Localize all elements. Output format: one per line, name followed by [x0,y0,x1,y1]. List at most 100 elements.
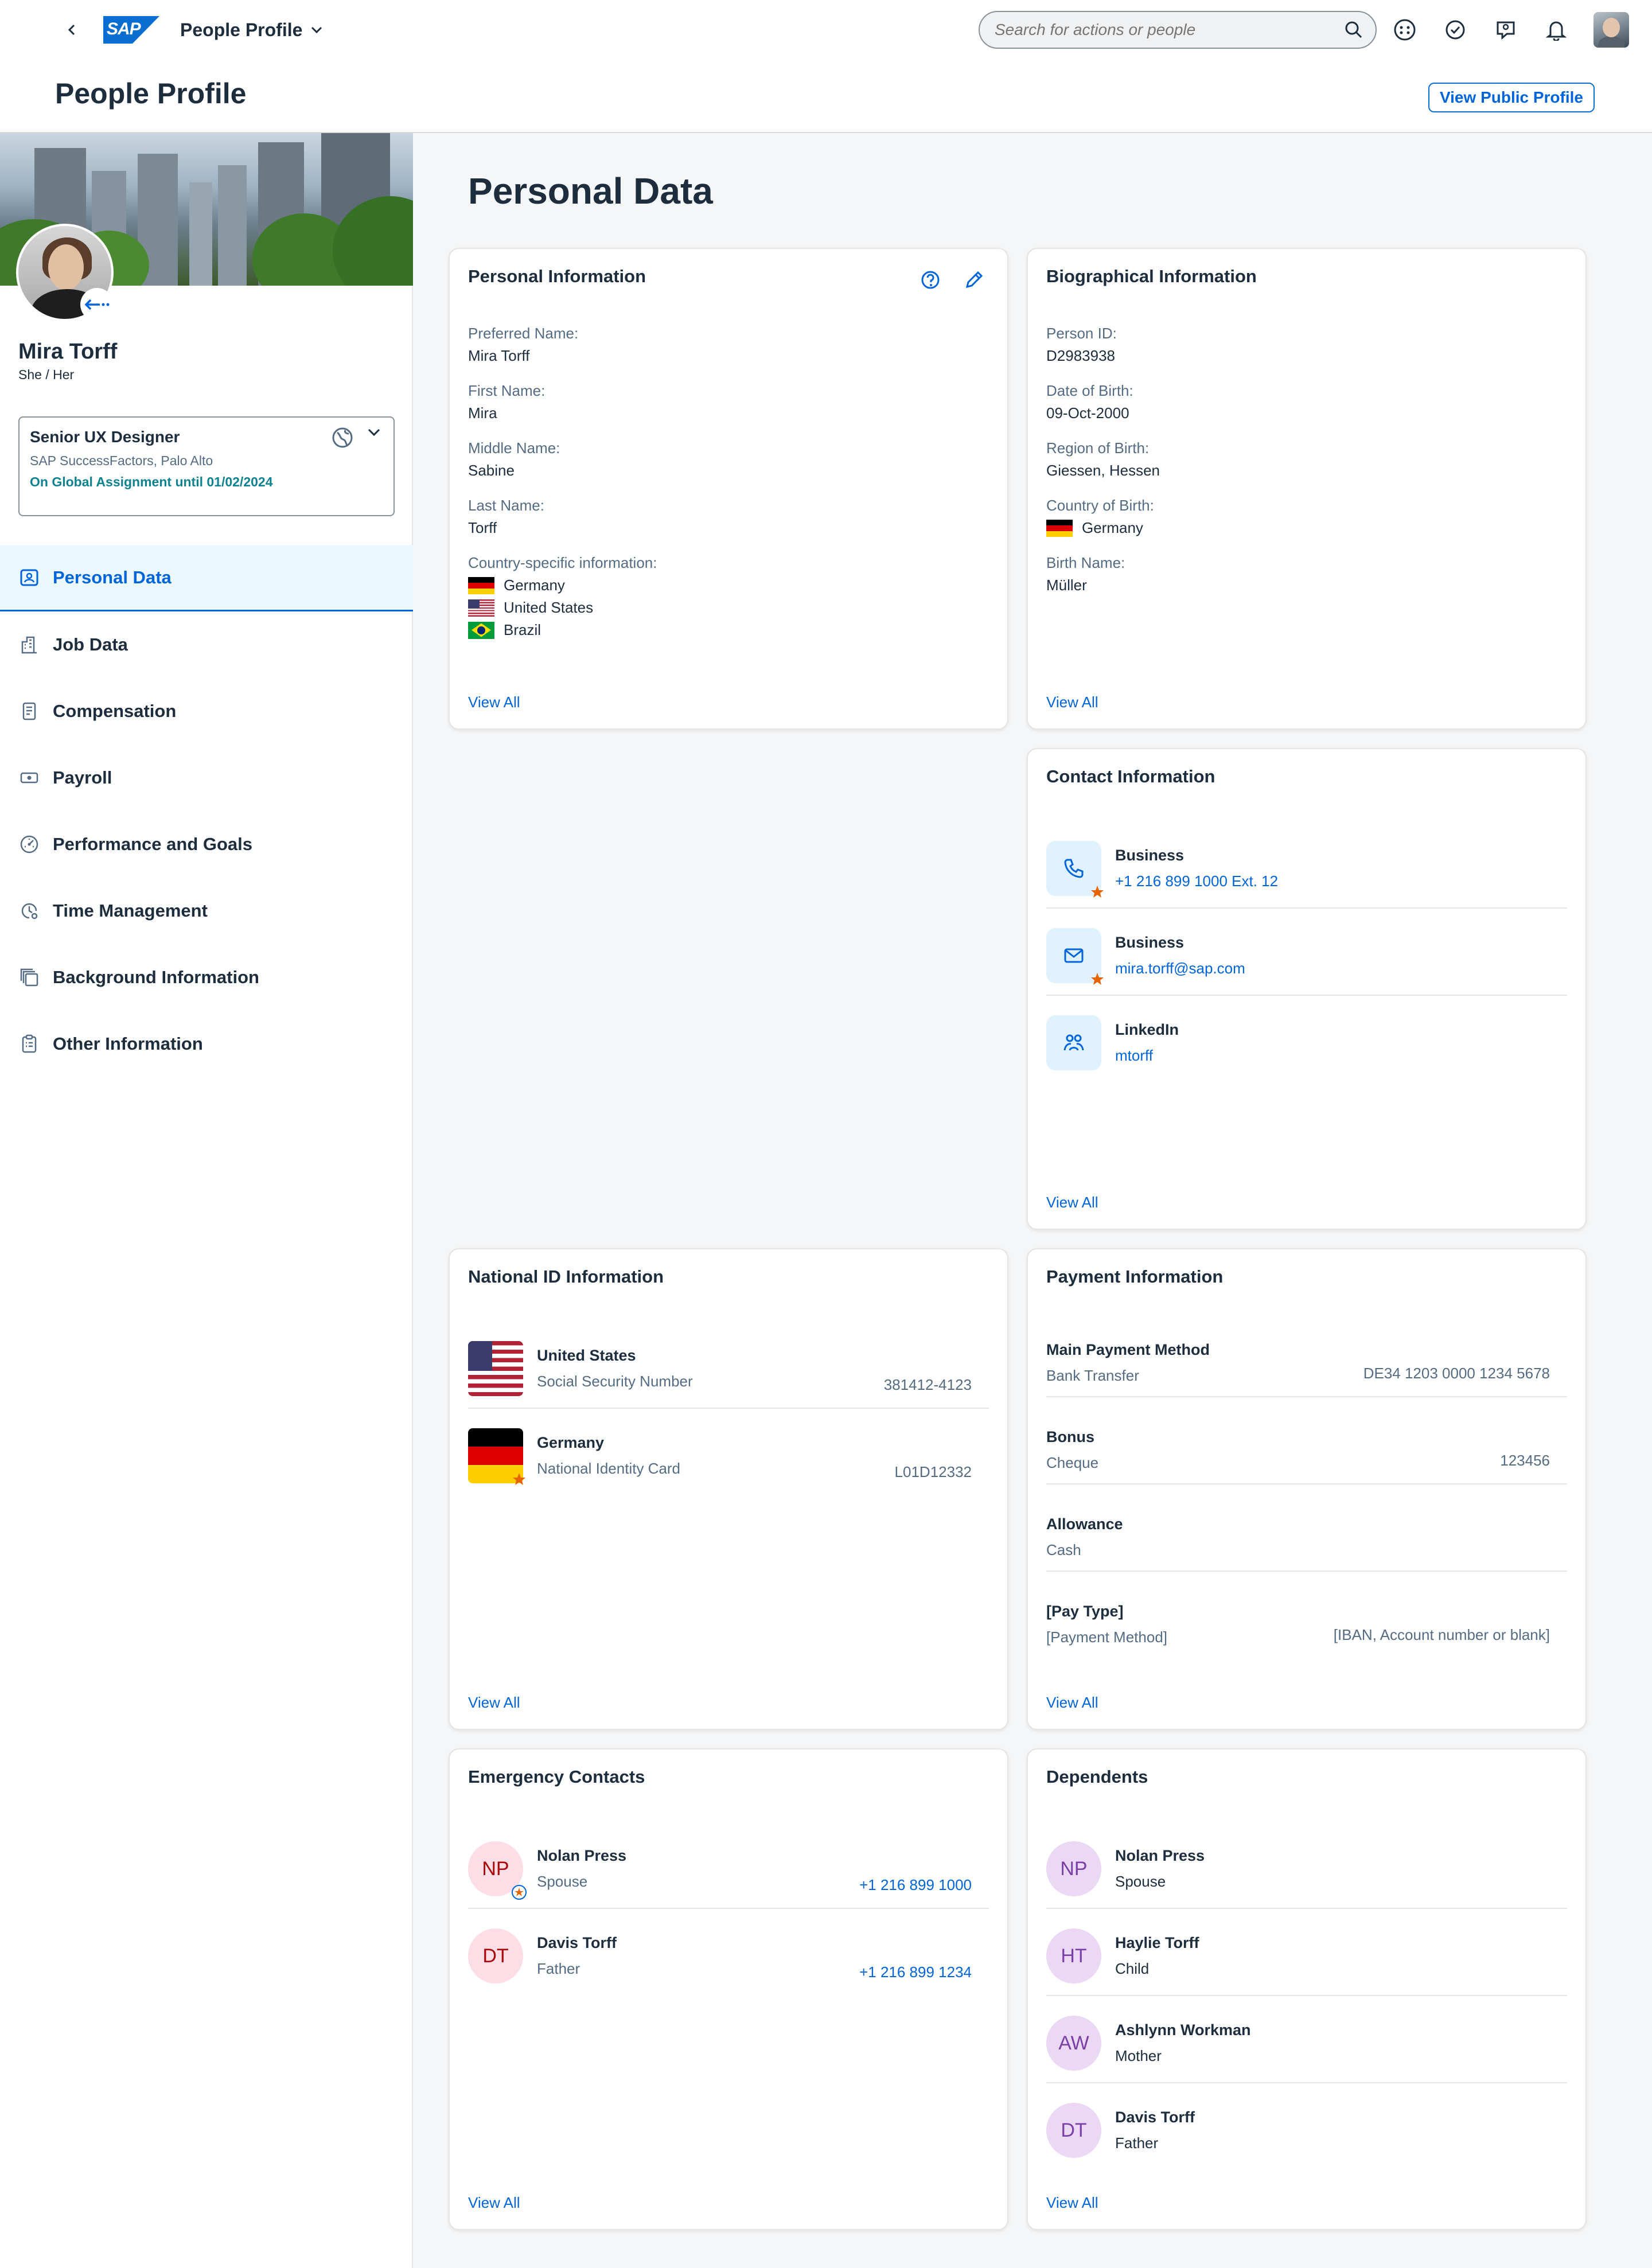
payment-item[interactable]: [Pay Type] [Payment Method] [IBAN, Accoun… [1046,1603,1567,1646]
nav-item-compensation[interactable]: Compensation [0,678,413,745]
emergency-contacts-card: Emergency Contacts NP Nolan Press Spouse … [449,1748,1008,2230]
help-icon[interactable] [920,270,941,290]
nav-item-label: Payroll [53,767,112,788]
nav-item-label: Personal Data [53,567,172,587]
national-id-item[interactable]: Germany National Identity Card L01D12332 [468,1428,989,1485]
person-card-icon [18,567,40,589]
section-navigation: Personal Data Job Data Compensation Payr… [0,545,413,1077]
payment-item[interactable]: Bonus Cheque 123456 [1046,1428,1567,1484]
field-country-specific: Country-specific information: Germany Un… [468,554,657,639]
card-title: Dependents [1046,1767,1148,1787]
assignment-status: On Global Assignment until 01/02/2024 [30,474,273,489]
star-icon [513,1473,525,1485]
global-assignment-badge [80,288,114,321]
nav-item-label: Job Data [53,634,128,654]
germany-flag-icon [468,576,494,594]
contact-item[interactable]: Business mira.torff@sap.com [1046,928,1567,996]
phone-link[interactable]: +1 216 899 1234 [859,1963,972,1981]
nav-item-performance-and-goals[interactable]: Performance and Goals [0,811,413,878]
time-icon [18,900,40,922]
nav-item-label: Other Information [53,1034,203,1054]
pronouns: She / Her [18,367,75,382]
field-first-name: First Name: Mira [468,382,546,422]
personal-information-card: Personal Information Preferred Name: Mira… [449,248,1008,730]
clipboard-icon [18,1033,40,1055]
card-title: Personal Information [468,266,646,286]
emergency-contact-item[interactable]: NP Nolan Press Spouse +1 216 899 1000 [468,1841,989,1909]
document-icon [18,700,40,722]
star-icon [1091,973,1104,985]
view-public-profile-button[interactable]: View Public Profile [1428,83,1595,112]
usa-flag-icon [468,1341,523,1396]
national-id-item[interactable]: United States Social Security Number 3814… [468,1341,989,1409]
search-field[interactable] [979,11,1377,49]
feedback-button[interactable] [1489,13,1522,46]
card-title: Payment Information [1046,1267,1224,1287]
dependent-item[interactable]: HT Haylie Torff Child [1046,1928,1567,1996]
app-title: People Profile [180,19,303,40]
payment-item[interactable]: Allowance Cash [1046,1515,1567,1572]
user-avatar[interactable] [1593,12,1629,48]
notifications-button[interactable] [1540,13,1573,46]
email-link[interactable]: mira.torff@sap.com [1115,960,1567,977]
view-all-link[interactable]: View All [1046,2194,1098,2212]
nav-item-personal-data[interactable]: Personal Data [0,545,413,611]
app-switcher[interactable]: People Profile [180,20,323,41]
country-united-states[interactable]: United States [468,599,657,617]
person-name: Mira Torff [18,340,118,364]
emergency-contact-item[interactable]: DT Davis Torff Father +1 216 899 1234 [468,1928,989,1983]
sap-logo[interactable]: SAP [103,16,159,44]
nav-item-other-information[interactable]: Other Information [0,1011,413,1077]
nav-item-time-management[interactable]: Time Management [0,878,413,944]
search-input[interactable] [995,21,1345,39]
payment-item[interactable]: Main Payment Method Bank Transfer DE34 12… [1046,1341,1567,1397]
germany-flag-icon [1046,519,1073,537]
view-all-link[interactable]: View All [1046,693,1098,711]
stack-icon [18,967,40,988]
phone-link[interactable]: +1 216 899 1000 [859,1876,972,1894]
page-title: People Profile [55,77,247,110]
national-id-card: National ID Information United States Soc… [449,1248,1008,1730]
contact-item[interactable]: LinkedIn mtorff [1046,1015,1567,1070]
gauge-icon [18,833,40,855]
avatar: HT [1046,1928,1101,1983]
linkedin-link[interactable]: mtorff [1115,1047,1567,1065]
nav-item-job-data[interactable]: Job Data [0,611,413,678]
nav-item-payroll[interactable]: Payroll [0,745,413,811]
shell-bar: SAP People Profile [0,0,1652,60]
job-organization: SAP SuccessFactors, Palo Alto [30,453,213,468]
view-all-link[interactable]: View All [468,1694,520,1712]
field-last-name: Last Name: Torff [468,497,544,536]
field-middle-name: Middle Name: Sabine [468,439,560,479]
dependents-card: Dependents NP Nolan Press Spouse HT Hayli… [1027,1748,1587,2230]
phone-link[interactable]: +1 216 899 1000 Ext. 12 [1115,872,1567,890]
nav-item-background-information[interactable]: Background Information [0,944,413,1011]
back-button[interactable] [57,15,86,44]
tasks-button[interactable] [1439,13,1472,46]
field-person-id: Person ID: D2983938 [1046,325,1117,364]
view-all-link[interactable]: View All [1046,1194,1098,1211]
job-info-card[interactable]: Senior UX Designer SAP SuccessFactors, P… [18,416,395,516]
arrow-left-dots-icon [84,299,110,310]
view-all-link[interactable]: View All [1046,1694,1098,1712]
chevron-left-icon [68,24,75,36]
star-icon [1091,886,1104,898]
dependent-item[interactable]: AW Ashlynn Workman Mother [1046,2016,1567,2083]
edit-icon[interactable] [964,270,984,290]
view-all-link[interactable]: View All [468,2194,520,2212]
germany-flag-icon [468,1428,525,1485]
dependent-item[interactable]: DT Davis Torff Father [1046,2103,1567,2158]
assistant-icon [1394,19,1416,41]
payment-information-card: Payment Information Main Payment Method B… [1027,1248,1587,1730]
main-content: Personal Data Personal Information Prefe… [414,133,1652,2268]
view-all-link[interactable]: View All [468,693,520,711]
bell-icon [1546,21,1567,41]
country-germany[interactable]: Germany [468,576,657,594]
contact-item[interactable]: Business +1 216 899 1000 Ext. 12 [1046,841,1567,909]
chevron-down-icon[interactable] [367,428,381,437]
section-title: Personal Data [468,170,713,212]
dependent-item[interactable]: NP Nolan Press Spouse [1046,1841,1567,1909]
search-icon[interactable] [1345,21,1363,39]
joule-assistant-button[interactable] [1388,13,1421,46]
country-brazil[interactable]: Brazil [468,621,657,639]
